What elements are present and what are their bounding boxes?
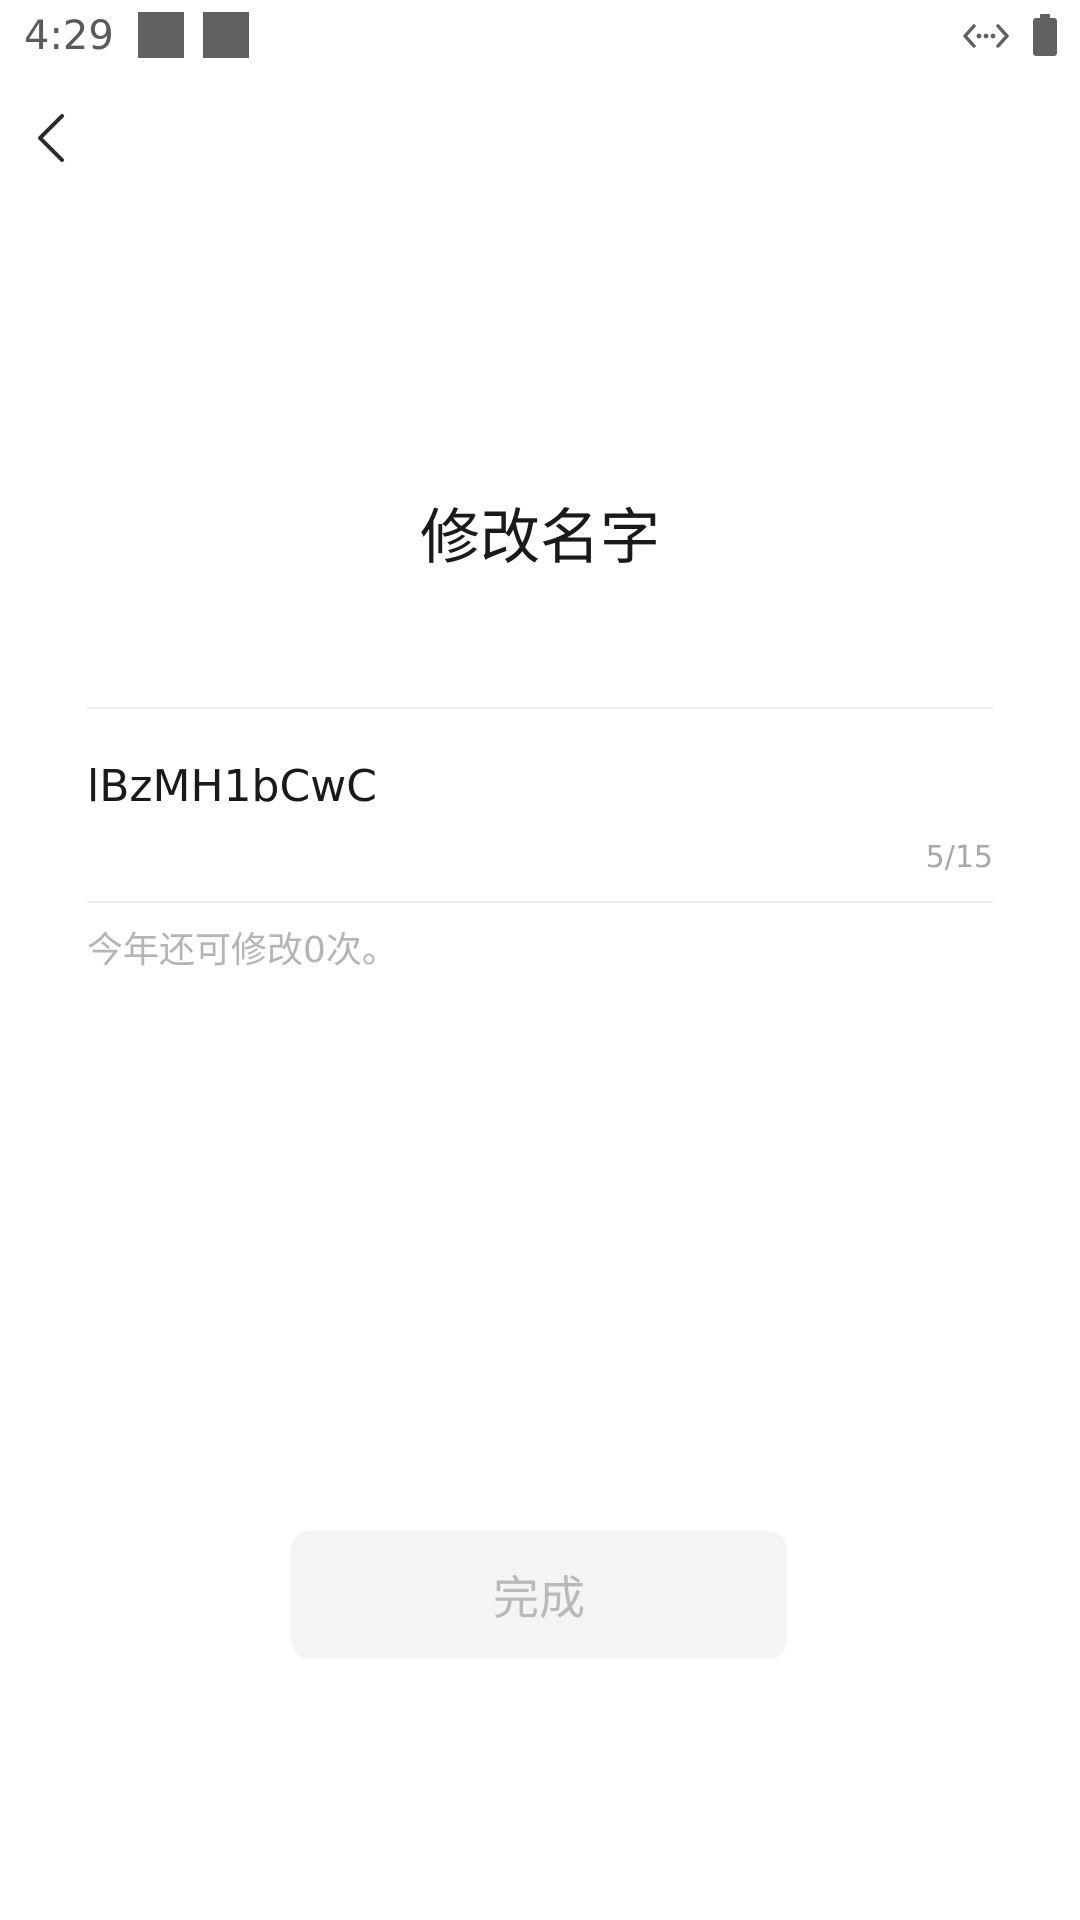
data-transfer-icon bbox=[963, 24, 1009, 48]
notification-placeholder-icon bbox=[138, 12, 184, 58]
status-bar: 4:29 bbox=[0, 0, 1080, 72]
character-counter: 5/15 bbox=[925, 840, 993, 875]
name-input[interactable] bbox=[87, 752, 867, 822]
notification-placeholder-icon bbox=[203, 12, 249, 58]
chevron-left-icon bbox=[38, 114, 64, 162]
rename-screen: 4:29 修改名字 5/15 今年还可修改0次。 完成 bbox=[0, 0, 1080, 1920]
page-title: 修改名字 bbox=[420, 503, 660, 573]
divider bbox=[87, 901, 993, 903]
divider bbox=[87, 707, 993, 709]
remaining-changes-hint: 今年还可修改0次。 bbox=[87, 930, 398, 971]
back-button[interactable] bbox=[24, 100, 84, 176]
done-button[interactable]: 完成 bbox=[291, 1531, 787, 1659]
battery-icon bbox=[1033, 14, 1057, 56]
status-time: 4:29 bbox=[24, 13, 114, 59]
